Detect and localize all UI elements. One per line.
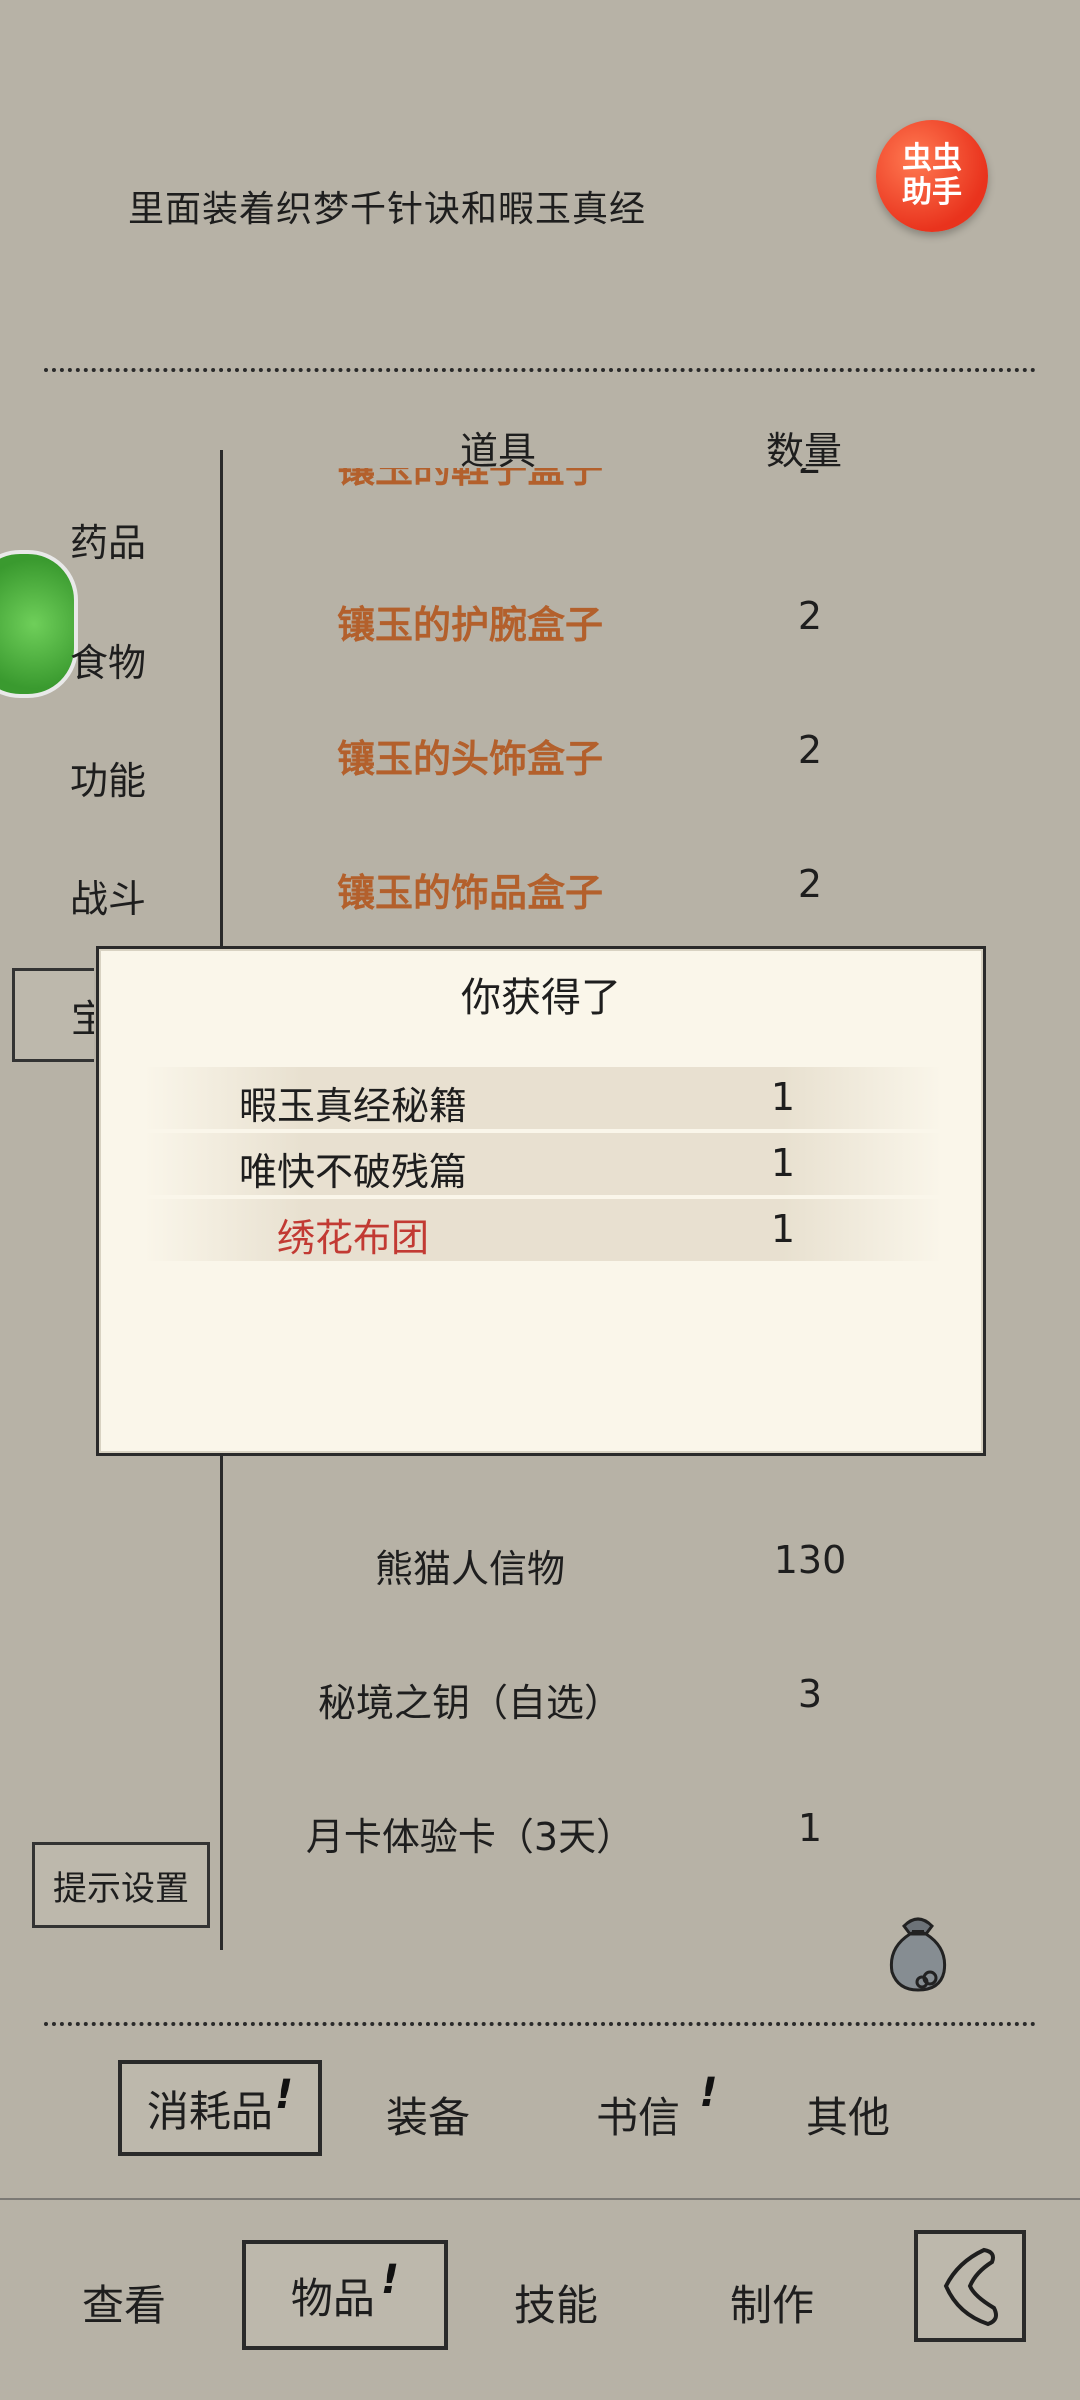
table-row-cut[interactable]: 镶玉的鞋子盒子 2: [230, 468, 930, 508]
reward-dialog[interactable]: 你获得了 暇玉真经秘籍 1 唯快不破残篇 1 绣花布团 1: [96, 946, 986, 1456]
nav-craft[interactable]: 制作: [730, 2272, 814, 2333]
tab-letters-label: 书信: [596, 2093, 681, 2142]
side-tab-treasure[interactable]: 宝: [12, 968, 94, 1062]
nav-view[interactable]: 查看: [82, 2272, 166, 2333]
tab-consumables-label: 消耗品: [146, 2086, 273, 2136]
item-name: 镶玉的鞋子盒子: [336, 468, 603, 491]
item-name: 月卡体验卡（3天）: [305, 1815, 635, 1859]
money-bag-icon[interactable]: [882, 1908, 954, 1994]
item-qty: 2: [797, 862, 823, 906]
new-indicator-icon: !: [380, 2257, 400, 2303]
item-name: 镶玉的头饰盒子: [336, 737, 603, 781]
item-description: 里面装着织梦千针诀和暇玉真经: [128, 189, 647, 230]
reward-row: 唯快不破残篇 1: [143, 1133, 943, 1195]
reward-dialog-title: 你获得了: [461, 975, 621, 1021]
reward-row: 暇玉真经秘籍 1: [143, 1067, 943, 1129]
reward-name: 暇玉真经秘籍: [238, 1084, 467, 1128]
4399-floating-badge[interactable]: 4399: [0, 550, 78, 698]
reward-row: 绣花布团 1: [143, 1199, 943, 1261]
table-row[interactable]: 月卡体验卡（3天） 1: [230, 1806, 930, 1866]
tab-equipment[interactable]: 装备: [386, 2084, 470, 2145]
nav-items[interactable]: 物品 !: [242, 2240, 448, 2350]
side-tab-treasure-label: 宝: [71, 988, 94, 1043]
top-divider: [44, 368, 1036, 372]
reward-qty: 1: [770, 1207, 796, 1251]
tab-other[interactable]: 其他: [806, 2084, 890, 2145]
tab-letters[interactable]: 书信 !: [596, 2070, 718, 2145]
item-name: 熊猫人信物: [374, 1547, 565, 1591]
reward-name: 绣花布团: [276, 1216, 429, 1260]
chongchong-helper-badge[interactable]: 虫虫 助手: [876, 120, 988, 232]
reward-name: 唯快不破残篇: [238, 1150, 467, 1194]
nav-skills[interactable]: 技能: [514, 2272, 598, 2333]
item-qty: 2: [797, 728, 823, 772]
side-tab-function[interactable]: 功能: [70, 750, 146, 805]
side-tab-medicine[interactable]: 药品: [70, 512, 146, 567]
new-indicator-icon: !: [274, 2072, 294, 2118]
item-qty: 3: [797, 1672, 823, 1716]
item-name: 镶玉的护腕盒子: [336, 603, 603, 647]
column-header-quantity: 数量: [766, 429, 843, 473]
table-row[interactable]: 熊猫人信物 130: [230, 1538, 930, 1598]
bottom-divider: [44, 2022, 1036, 2026]
nav-divider: [0, 2198, 1080, 2200]
hint-settings-label: 提示设置: [53, 1868, 189, 1909]
column-header-item: 道具: [460, 429, 537, 473]
item-qty: 2: [797, 594, 823, 638]
reward-qty: 1: [770, 1075, 796, 1119]
side-tab-combat[interactable]: 战斗: [70, 868, 146, 923]
table-row[interactable]: 镶玉的饰品盒子 2: [230, 862, 930, 922]
item-name: 秘境之钥（自选）: [317, 1681, 622, 1725]
nav-items-label: 物品: [290, 2273, 375, 2323]
hint-settings-button[interactable]: 提示设置: [32, 1842, 210, 1928]
item-qty: 1: [797, 1806, 823, 1850]
item-qty: 130: [773, 1538, 847, 1582]
helper-badge-label: 虫虫 助手: [902, 141, 962, 210]
new-indicator-icon: !: [699, 2070, 718, 2116]
tab-consumables[interactable]: 消耗品 !: [118, 2060, 322, 2156]
back-button[interactable]: [914, 2230, 1026, 2342]
table-row[interactable]: 镶玉的护腕盒子 2: [230, 594, 930, 654]
side-tab-food[interactable]: 食物: [70, 632, 146, 687]
table-row[interactable]: 镶玉的头饰盒子 2: [230, 728, 930, 788]
back-arrow-icon: [943, 2247, 998, 2327]
table-row[interactable]: 秘境之钥（自选） 3: [230, 1672, 930, 1732]
item-qty: 2: [760, 468, 860, 482]
item-name: 镶玉的饰品盒子: [336, 871, 603, 915]
reward-qty: 1: [770, 1141, 796, 1185]
